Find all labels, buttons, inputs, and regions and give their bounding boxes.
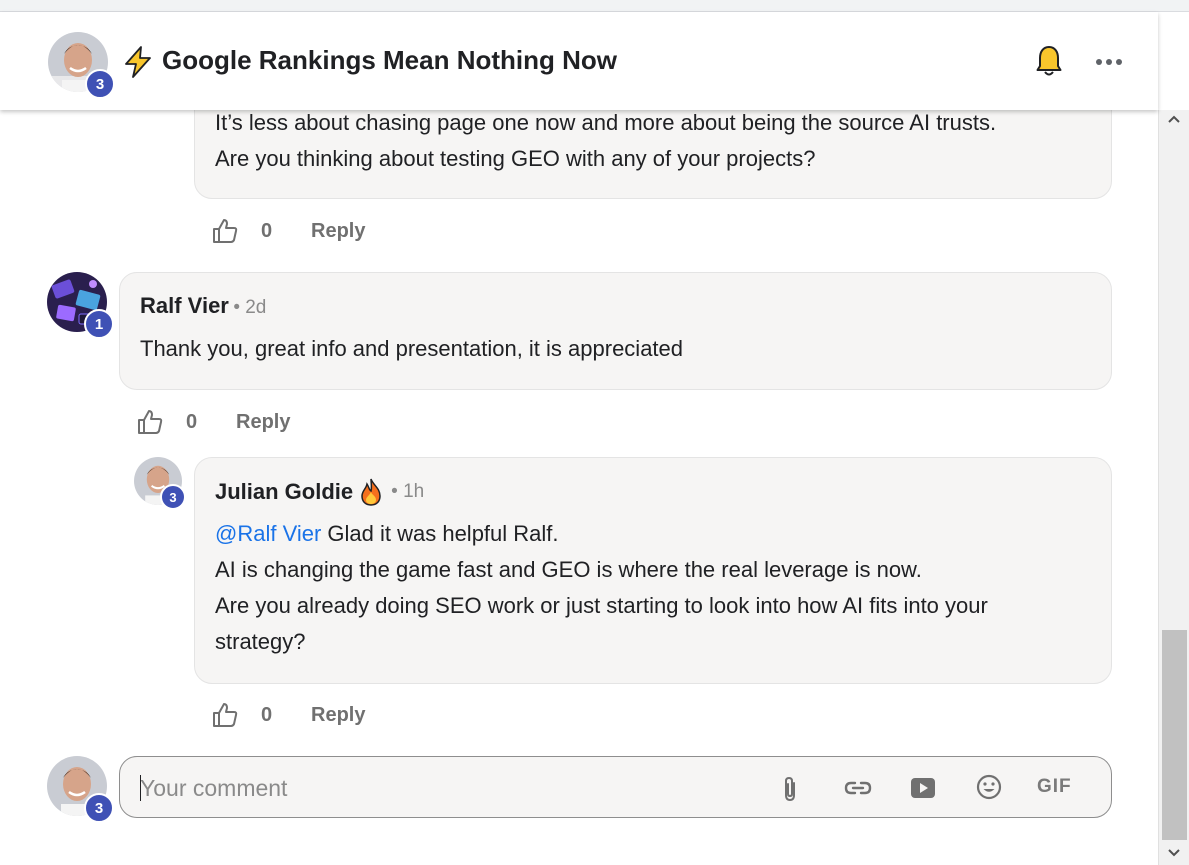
scroll-down-arrow-icon[interactable]	[1167, 848, 1181, 858]
more-options-icon[interactable]	[1095, 58, 1123, 66]
like-count: 0	[186, 410, 198, 433]
reply-button[interactable]: Reply	[311, 704, 365, 727]
post-title: Google Rankings Mean Nothing Now	[162, 45, 617, 75]
ralf-level-badge: 1	[84, 309, 114, 339]
like-icon[interactable]	[211, 217, 239, 245]
scrollbar-thumb[interactable]	[1162, 630, 1187, 840]
post-header: 3 Google Rankings Mean Nothing Now	[0, 12, 1158, 110]
comment-actions: 0 Reply	[211, 216, 365, 246]
scroll-up-arrow-icon[interactable]	[1167, 114, 1181, 124]
lightning-bolt-icon	[125, 46, 151, 78]
emoji-icon[interactable]	[976, 774, 1002, 800]
paperclip-icon[interactable]	[780, 775, 800, 803]
comment-timestamp: • 2d	[233, 297, 267, 318]
like-count: 0	[261, 703, 273, 726]
comment-line: Thank you, great info and presentation, …	[140, 336, 684, 361]
like-icon[interactable]	[211, 701, 239, 729]
comment-line: It’s less about chasing page one now and…	[215, 110, 997, 135]
author-level-badge: 3	[85, 69, 115, 99]
comments-thread: It’s less about chasing page one now and…	[0, 110, 1158, 865]
comment-line: Are you already doing SEO work or just s…	[215, 593, 988, 618]
comment-line: Are you thinking about testing GEO with …	[215, 146, 816, 171]
reply-button[interactable]: Reply	[236, 411, 290, 434]
comment-composer: GIF	[119, 756, 1112, 818]
comment-timestamp: • 1h	[391, 481, 425, 502]
comment-line: strategy?	[215, 629, 306, 654]
comment-line: Glad it was helpful Ralf.	[321, 521, 559, 546]
comment-author[interactable]: Julian Goldie	[215, 479, 353, 505]
gif-button[interactable]: GIF	[1037, 776, 1072, 798]
comment-input[interactable]	[140, 771, 740, 805]
comment-actions: 0 Reply	[136, 407, 290, 437]
comment-author[interactable]: Ralf Vier	[140, 293, 229, 318]
text-caret	[140, 775, 141, 801]
julian-level-badge: 3	[160, 484, 186, 510]
comment-bubble: It’s less about chasing page one now and…	[194, 110, 1112, 199]
comment-actions: 0 Reply	[211, 700, 365, 730]
vertical-scrollbar[interactable]	[1158, 110, 1189, 865]
youtube-icon[interactable]	[910, 777, 936, 799]
comment-line: AI is changing the game fast and GEO is …	[215, 557, 922, 582]
like-count: 0	[261, 219, 273, 242]
comment-bubble: Ralf Vier • 2d Thank you, great info and…	[119, 272, 1112, 390]
link-icon[interactable]	[844, 777, 872, 799]
comment-bubble: Julian Goldie • 1h @Ralf Vier Glad it wa…	[194, 457, 1112, 684]
fire-icon	[361, 478, 381, 506]
current-user-level-badge: 3	[84, 793, 114, 823]
like-icon[interactable]	[136, 408, 164, 436]
bell-icon[interactable]	[1036, 45, 1062, 77]
mention-link[interactable]: @Ralf Vier	[215, 521, 321, 546]
window-top-strip	[0, 0, 1189, 12]
reply-button[interactable]: Reply	[311, 220, 365, 243]
